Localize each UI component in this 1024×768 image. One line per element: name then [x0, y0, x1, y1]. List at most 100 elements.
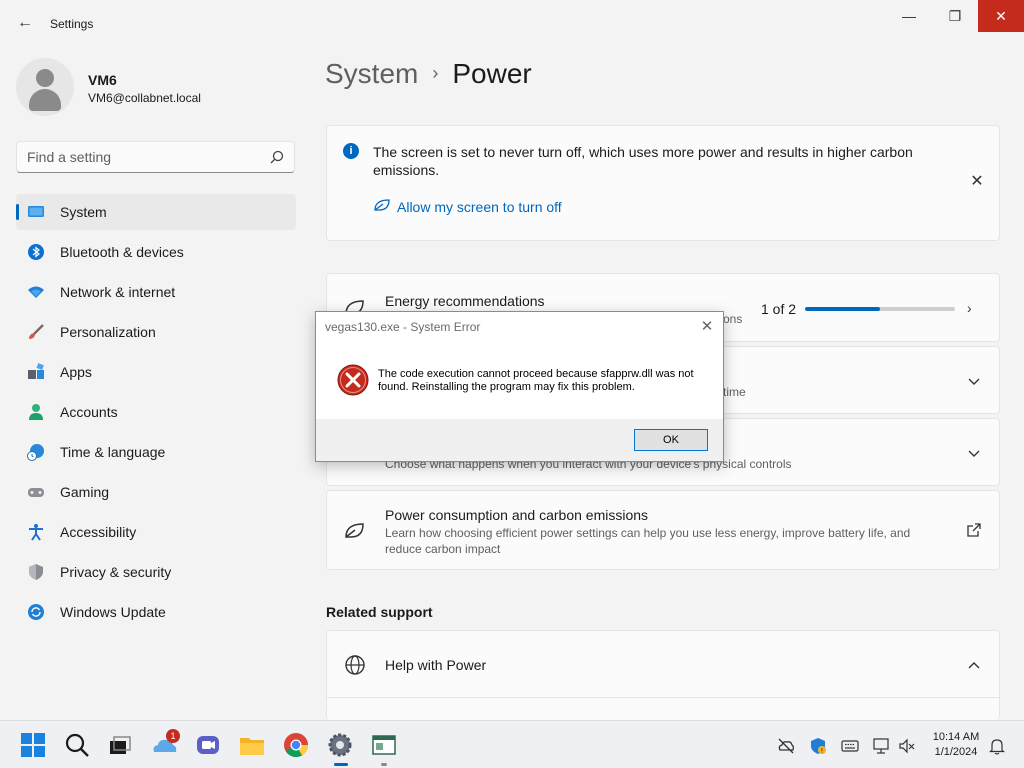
- chevron-right-icon[interactable]: ›: [967, 300, 981, 316]
- settings-icon[interactable]: [326, 731, 354, 759]
- taskbar: 1 ! 10:14 AM 1/1/2024: [0, 720, 1024, 768]
- help-with-power-row[interactable]: Help with Power: [326, 630, 1000, 720]
- sidebar-nav: System Bluetooth & devices Network & int…: [16, 194, 296, 634]
- brush-icon: [29, 324, 44, 339]
- clock-time: 10:14 AM: [932, 731, 980, 743]
- sidebar-item-time-language[interactable]: Time & language: [16, 434, 296, 470]
- start-icon[interactable]: [19, 731, 47, 759]
- energy-progress-text: 1 of 2: [761, 301, 797, 317]
- breadcrumb: System › Power: [325, 58, 532, 90]
- globe-icon: [345, 655, 365, 675]
- sidebar-item-label: Time & language: [60, 444, 166, 460]
- sidebar-item-windows-update[interactable]: Windows Update: [16, 594, 296, 630]
- screen-sleep-subtitle: time: [723, 385, 746, 399]
- update-icon: [28, 604, 44, 620]
- dialog-close-icon[interactable]: ✕: [699, 317, 715, 335]
- related-support-heading: Related support: [326, 604, 433, 620]
- avatar[interactable]: [16, 58, 74, 116]
- energy-recommendations-title: Energy recommendations: [385, 293, 545, 309]
- energy-recommendations-subtitle: ons: [723, 312, 743, 326]
- sidebar-item-apps[interactable]: Apps: [16, 354, 296, 390]
- leaf-icon: [374, 199, 390, 211]
- ok-button[interactable]: OK: [634, 429, 708, 451]
- sidebar-item-label: Privacy & security: [60, 564, 172, 580]
- breadcrumb-parent[interactable]: System: [325, 58, 418, 89]
- dialog-title-bar: vegas130.exe - System Error ✕: [316, 312, 723, 342]
- clock[interactable]: 10:14 AM 1/1/2024: [924, 730, 988, 760]
- external-link-icon[interactable]: [967, 523, 981, 537]
- search-icon[interactable]: [270, 150, 284, 164]
- minimize-button[interactable]: —: [886, 0, 932, 32]
- network-icon[interactable]: [873, 737, 891, 755]
- search-icon[interactable]: [63, 731, 91, 759]
- sidebar-item-accessibility[interactable]: Accessibility: [16, 514, 296, 550]
- power-carbon-row[interactable]: Power consumption and carbon emissions L…: [326, 490, 1000, 570]
- sidebar-item-label: Windows Update: [60, 604, 166, 620]
- search-input[interactable]: [27, 149, 257, 165]
- chevron-down-icon[interactable]: [967, 447, 981, 461]
- sidebar-item-network[interactable]: Network & internet: [16, 274, 296, 310]
- sidebar-item-privacy[interactable]: Privacy & security: [16, 554, 296, 590]
- security-shield-icon[interactable]: !: [809, 737, 827, 755]
- sidebar-item-bluetooth[interactable]: Bluetooth & devices: [16, 234, 296, 270]
- maximize-button[interactable]: ❐: [932, 0, 978, 32]
- sidebar-item-label: Accessibility: [60, 524, 137, 540]
- allow-screen-off-link-label: Allow my screen to turn off: [397, 199, 562, 215]
- divider: [327, 697, 999, 698]
- shield-icon: [29, 564, 43, 580]
- sidebar-item-label: Apps: [60, 364, 92, 380]
- title-bar: ← Settings — ❐ ✕: [0, 0, 1024, 48]
- sidebar-item-label: Gaming: [60, 484, 110, 500]
- chevron-down-icon[interactable]: [967, 375, 981, 389]
- sidebar-item-system[interactable]: System: [16, 194, 296, 230]
- file-explorer-icon[interactable]: [238, 731, 266, 759]
- notification-badge: 1: [166, 729, 180, 743]
- dialog-message: The code execution cannot proceed becaus…: [378, 368, 694, 393]
- avatar-body-shape: [29, 89, 61, 111]
- accessibility-icon: [29, 524, 43, 541]
- energy-progress-bar: [805, 307, 955, 311]
- search-box[interactable]: [16, 141, 295, 173]
- page-title: Power: [452, 58, 532, 89]
- sidebar-item-label: Accounts: [60, 404, 118, 420]
- notification-bell-icon[interactable]: [988, 737, 1006, 755]
- avatar-head-shape: [36, 69, 54, 87]
- power-carbon-subtitle: Learn how choosing efficient power setti…: [385, 526, 911, 556]
- close-button[interactable]: ✕: [978, 0, 1024, 32]
- sidebar-item-personalization[interactable]: Personalization: [16, 314, 296, 350]
- system-icon: [28, 206, 44, 217]
- sidebar-item-label: Network & internet: [60, 284, 176, 300]
- back-arrow-icon[interactable]: ←: [14, 12, 36, 34]
- cloud-offline-icon[interactable]: [777, 737, 795, 755]
- sidebar-item-accounts[interactable]: Accounts: [16, 394, 296, 430]
- gamepad-icon: [28, 488, 44, 497]
- meet-icon[interactable]: [194, 731, 222, 759]
- close-icon[interactable]: ✕: [969, 174, 985, 190]
- info-icon: i: [343, 143, 359, 159]
- chrome-icon[interactable]: [282, 731, 310, 759]
- keyboard-icon[interactable]: [841, 737, 859, 755]
- running-app-indicator: [381, 763, 387, 766]
- sidebar-item-gaming[interactable]: Gaming: [16, 474, 296, 510]
- user-name: VM6: [88, 72, 117, 88]
- active-app-indicator: [334, 763, 348, 766]
- user-email: VM6@collabnet.local: [88, 91, 201, 105]
- dialog-title: vegas130.exe - System Error: [325, 320, 481, 334]
- power-carbon-title: Power consumption and carbon emissions: [385, 507, 649, 523]
- breadcrumb-separator: ›: [432, 63, 439, 83]
- allow-screen-off-link[interactable]: Allow my screen to turn off: [373, 198, 562, 215]
- system-error-dialog: vegas130.exe - System Error ✕ The code e…: [315, 311, 724, 462]
- clock-date: 1/1/2024: [934, 746, 978, 758]
- dialog-body: The code execution cannot proceed becaus…: [316, 342, 723, 419]
- bluetooth-icon: [28, 244, 44, 260]
- chevron-up-icon[interactable]: [967, 658, 981, 672]
- app-title: Settings: [50, 17, 94, 31]
- wifi-icon: [28, 286, 44, 298]
- help-with-power-title: Help with Power: [385, 657, 487, 673]
- sidebar-item-label: System: [60, 204, 107, 220]
- sidebar-item-label: Bluetooth & devices: [60, 244, 184, 260]
- volume-muted-icon[interactable]: [898, 737, 916, 755]
- app-window-icon[interactable]: [370, 731, 398, 759]
- task-view-icon[interactable]: [106, 731, 134, 759]
- leaf-icon: [345, 523, 364, 538]
